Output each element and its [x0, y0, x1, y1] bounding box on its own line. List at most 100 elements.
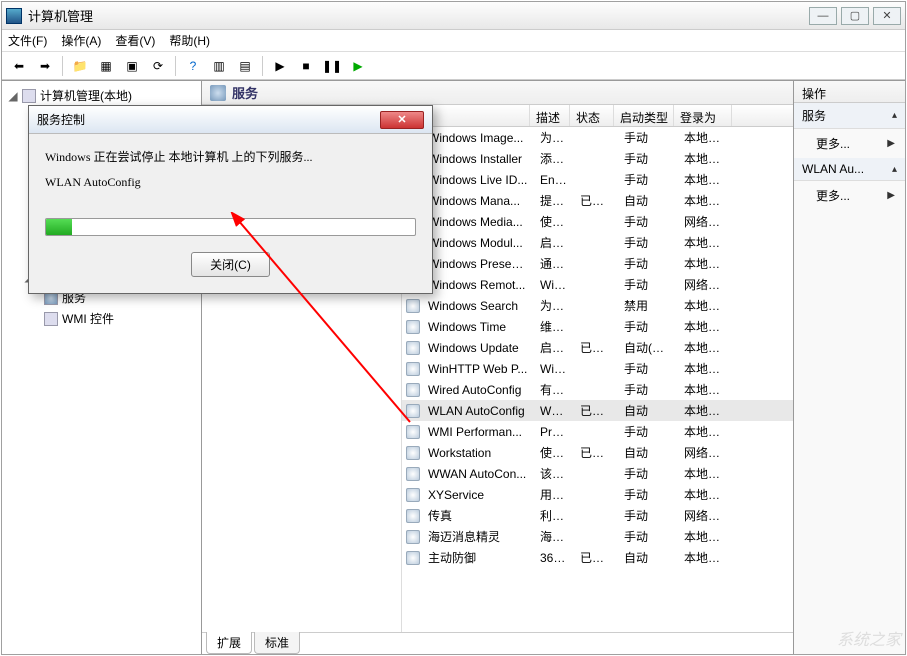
service-icon	[406, 530, 420, 544]
cell-desc: 通过...	[534, 255, 574, 272]
service-row[interactable]: WLAN AutoConfigWLA...已启动自动本地系统	[402, 400, 793, 421]
actions-section-wlan[interactable]: WLAN Au...▴	[794, 158, 905, 181]
main-window: 计算机管理 — ▢ ✕ 文件(F) 操作(A) 查看(V) 帮助(H) ⬅ ➡ …	[1, 1, 906, 655]
cell-startup: 自动	[618, 549, 678, 566]
service-row[interactable]: WWAN AutoCon...该服...手动本地服务	[402, 463, 793, 484]
service-row[interactable]: Windows Time维护...手动本地服务	[402, 316, 793, 337]
titlebar[interactable]: 计算机管理 — ▢ ✕	[2, 2, 905, 30]
tree-root[interactable]: ◢ 计算机管理(本地)	[4, 85, 199, 106]
service-row[interactable]: WMI Performan...Prov...手动本地系统	[402, 421, 793, 442]
cell-name: Windows Update	[422, 341, 534, 355]
service-row[interactable]: Windows Search为文...禁用本地系统	[402, 295, 793, 316]
column-headers: 名称 描述 状态 启动类型 登录为	[402, 105, 793, 127]
close-button[interactable]: ✕	[873, 7, 901, 25]
service-icon	[406, 404, 420, 418]
cell-startup: 手动	[618, 381, 678, 398]
cell-name: Windows Media...	[422, 215, 534, 229]
cell-name: WinHTTP Web P...	[422, 362, 534, 376]
service-row[interactable]: 传真利用...手动网络服务	[402, 505, 793, 526]
cell-status: 已启动	[574, 339, 618, 356]
tb-icon-2[interactable]: ▤	[234, 55, 256, 77]
cell-logon: 网络服务	[678, 213, 736, 230]
dialog-close-button-2[interactable]: 关闭(C)	[191, 252, 270, 277]
play-button[interactable]: ▶	[269, 55, 291, 77]
export-button[interactable]: ▣	[121, 55, 143, 77]
actions-section-services[interactable]: 服务▴	[794, 103, 905, 129]
forward-button[interactable]: ➡	[34, 55, 56, 77]
service-row[interactable]: Workstation使用 ...已启动自动网络服务	[402, 442, 793, 463]
cell-logon: 本地系统	[678, 150, 736, 167]
service-row[interactable]: 主动防御360...已启动自动本地系统	[402, 547, 793, 568]
actions-pane: 操作 服务▴ 更多...▶ WLAN Au...▴ 更多...▶	[793, 81, 905, 654]
col-startup[interactable]: 启动类型	[614, 105, 674, 126]
restart-button[interactable]: ▶	[347, 55, 369, 77]
cell-logon: 本地服务	[678, 318, 736, 335]
cell-logon: 本地系统	[678, 549, 736, 566]
cell-status: 已启动	[574, 444, 618, 461]
details-header: 服务	[202, 81, 793, 105]
dialog-close-button[interactable]: ✕	[380, 111, 424, 129]
minimize-button[interactable]: —	[809, 7, 837, 25]
menu-view[interactable]: 查看(V)	[115, 32, 155, 49]
service-icon	[406, 551, 420, 565]
service-row[interactable]: Wired AutoConfig有线...手动本地系统	[402, 379, 793, 400]
service-row[interactable]: Windows Mana...提供...已启动自动本地系统	[402, 190, 793, 211]
service-row[interactable]: WinHTTP Web P...Win...手动本地服务	[402, 358, 793, 379]
actions-more-1[interactable]: 更多...▶	[794, 129, 905, 158]
cell-name: 海迈消息精灵	[422, 528, 534, 545]
tab-extended[interactable]: 扩展	[206, 632, 252, 654]
service-row[interactable]: Windows Modul...启用 ...手动本地系统	[402, 232, 793, 253]
help-button[interactable]: ?	[182, 55, 204, 77]
cell-name: Workstation	[422, 446, 534, 460]
service-icon	[406, 467, 420, 481]
cell-startup: 自动	[618, 192, 678, 209]
actions-more-2[interactable]: 更多...▶	[794, 181, 905, 210]
service-row[interactable]: Windows Live ID...Ena...手动本地系统	[402, 169, 793, 190]
cell-name: XYService	[422, 488, 534, 502]
tab-standard[interactable]: 标准	[254, 632, 300, 654]
cell-desc: 使用...	[534, 213, 574, 230]
up-button[interactable]: 📁	[69, 55, 91, 77]
stop-button[interactable]: ■	[295, 55, 317, 77]
cell-logon: 本地服务	[678, 360, 736, 377]
pause-button[interactable]: ❚❚	[321, 55, 343, 77]
menu-file[interactable]: 文件(F)	[8, 32, 47, 49]
cell-startup: 手动	[618, 255, 678, 272]
service-row[interactable]: Windows Media...使用...手动网络服务	[402, 211, 793, 232]
col-desc[interactable]: 描述	[530, 105, 570, 126]
back-button[interactable]: ⬅	[8, 55, 30, 77]
tree-wmi[interactable]: WMI 控件	[4, 308, 199, 329]
progress-fill	[46, 219, 72, 235]
service-icon	[406, 488, 420, 502]
tb-icon-1[interactable]: ▥	[208, 55, 230, 77]
service-row[interactable]: Windows Update启用...已启动自动(延迟...本地系统	[402, 337, 793, 358]
service-row[interactable]: XYService用于...手动本地系统	[402, 484, 793, 505]
service-row[interactable]: Windows Remot...Win...手动网络服务	[402, 274, 793, 295]
collapse-arrow-icon: ▴	[892, 164, 897, 175]
cell-desc: 有线...	[534, 381, 574, 398]
service-row[interactable]: Windows Presen...通过...手动本地服务	[402, 253, 793, 274]
service-icon	[406, 299, 420, 313]
service-row[interactable]: 海迈消息精灵海迈...手动本地系统	[402, 526, 793, 547]
refresh-button[interactable]: ⟳	[147, 55, 169, 77]
cell-name: WLAN AutoConfig	[422, 404, 534, 418]
cell-startup: 手动	[618, 129, 678, 146]
cell-desc: Win...	[534, 362, 574, 376]
props-button[interactable]: ▦	[95, 55, 117, 77]
dialog-titlebar[interactable]: 服务控制 ✕	[29, 106, 432, 134]
col-logon[interactable]: 登录为	[674, 105, 732, 126]
col-status[interactable]: 状态	[570, 105, 614, 126]
cell-startup: 手动	[618, 528, 678, 545]
cell-logon: 本地系统	[678, 192, 736, 209]
service-rows[interactable]: Windows Image...为扫...手动本地服务Windows Insta…	[402, 127, 793, 632]
cell-startup: 自动	[618, 444, 678, 461]
service-row[interactable]: Windows Installer添加...手动本地系统	[402, 148, 793, 169]
cell-startup: 手动	[618, 486, 678, 503]
menu-help[interactable]: 帮助(H)	[169, 32, 210, 49]
service-row[interactable]: Windows Image...为扫...手动本地服务	[402, 127, 793, 148]
cell-startup: 手动	[618, 171, 678, 188]
menu-action[interactable]: 操作(A)	[61, 32, 101, 49]
cell-name: 主动防御	[422, 549, 534, 566]
maximize-button[interactable]: ▢	[841, 7, 869, 25]
service-icon	[406, 362, 420, 376]
